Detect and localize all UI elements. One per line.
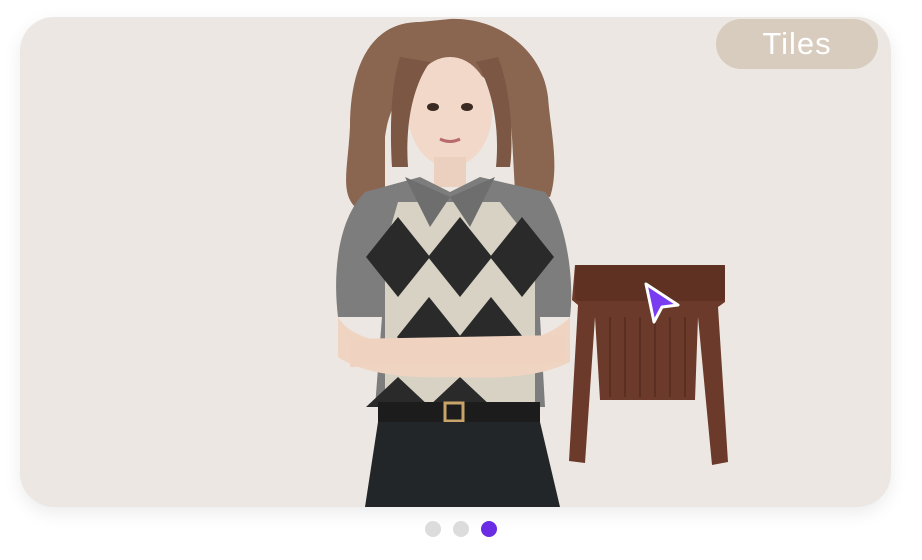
model-figure (336, 18, 572, 507)
carousel-pagination (0, 518, 922, 540)
cursor-arrow-icon (644, 282, 680, 324)
pagination-dot-1[interactable] (425, 521, 441, 537)
tiles-badge[interactable]: Tiles (716, 19, 878, 69)
pagination-dot-3[interactable] (481, 521, 497, 537)
pagination-dot-2[interactable] (453, 521, 469, 537)
product-scene-image (336, 18, 728, 507)
carousel-slide[interactable]: Tiles (20, 17, 891, 507)
